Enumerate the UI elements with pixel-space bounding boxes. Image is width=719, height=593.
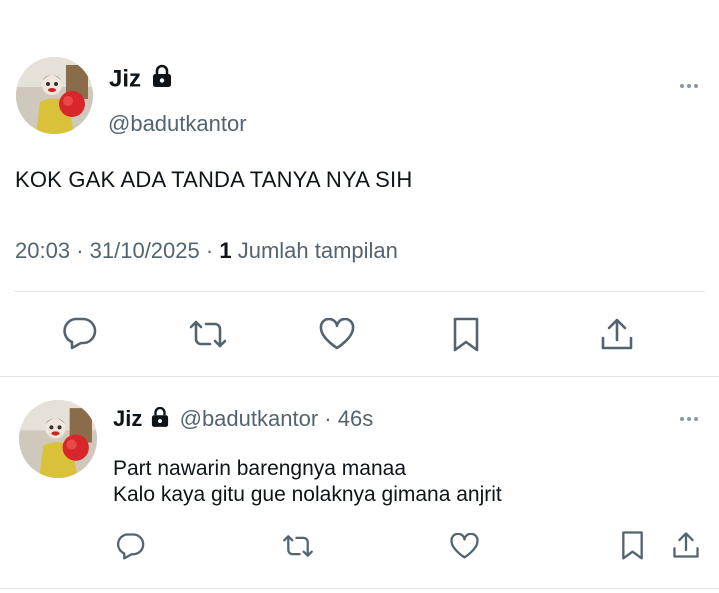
share-icon[interactable] (672, 530, 700, 560)
handle[interactable]: @badutkantor (180, 406, 319, 431)
lock-icon (151, 406, 169, 435)
like-icon[interactable] (449, 533, 480, 559)
reply-header: Jiz @badutkantor · 46s (113, 405, 373, 435)
display-name[interactable]: Jiz (109, 65, 141, 92)
avatar[interactable] (16, 57, 93, 134)
retweet-icon[interactable] (281, 533, 315, 559)
avatar[interactable] (19, 400, 97, 478)
tweet-time[interactable]: 20:03 (15, 238, 70, 263)
share-icon[interactable] (600, 316, 634, 352)
divider (14, 291, 705, 292)
handle[interactable]: @badutkantor (108, 111, 247, 137)
divider (0, 376, 719, 377)
bookmark-icon[interactable] (451, 316, 481, 352)
timestamp-row: 20:03 · 31/10/2025 · 1 Jumlah tampilan (15, 238, 398, 263)
retweet-icon[interactable] (187, 318, 229, 350)
lock-icon (152, 64, 172, 96)
views-count: 1 (219, 238, 232, 263)
bookmark-icon[interactable] (620, 530, 645, 560)
views-label[interactable]: Jumlah tampilan (238, 238, 398, 263)
reply-time[interactable]: 46s (338, 406, 373, 431)
more-icon[interactable] (680, 417, 698, 421)
like-icon[interactable] (318, 318, 356, 350)
reply-line: Kalo kaya gitu gue nolaknya gimana anjri… (113, 483, 502, 506)
display-name[interactable]: Jiz (113, 406, 142, 431)
reply-icon[interactable] (61, 316, 97, 350)
reply-icon[interactable] (115, 532, 145, 560)
reply-line: Part nawarin barengnya manaa (113, 457, 407, 480)
tweet-date[interactable]: 31/10/2025 (90, 238, 200, 263)
more-icon[interactable] (680, 84, 698, 88)
author-row: Jiz (109, 64, 172, 96)
tweet-text: KOK GAK ADA TANDA TANYA NYA SIH (15, 167, 413, 192)
divider (0, 588, 719, 589)
reply-text: Part nawarin barengnya manaa Kalo kaya g… (113, 456, 502, 508)
